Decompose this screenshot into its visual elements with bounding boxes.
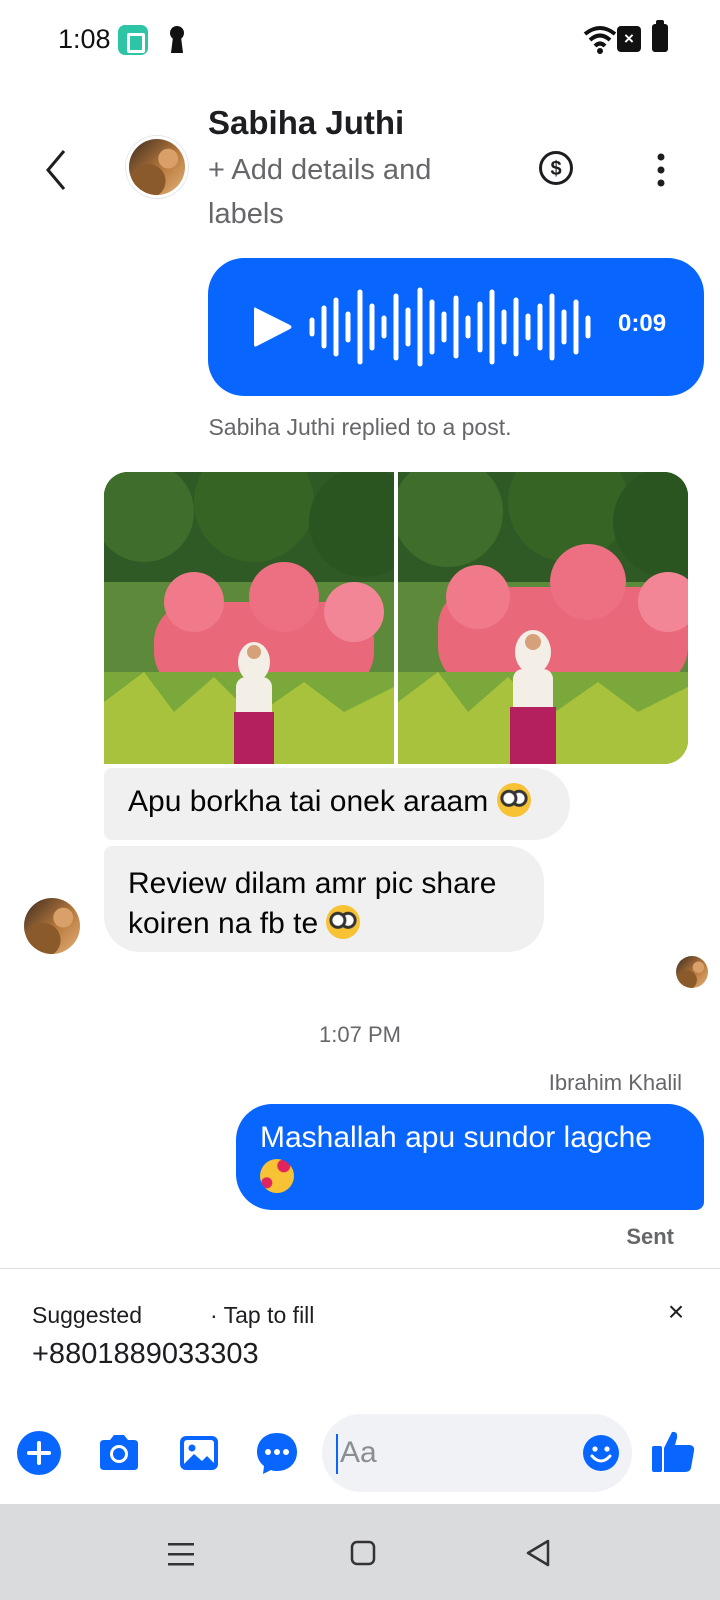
incoming-message[interactable]: Apu borkha tai onek araam: [104, 768, 570, 840]
voice-message-bubble[interactable]: 0:09: [208, 258, 704, 396]
nav-back-icon[interactable]: [524, 1538, 552, 1568]
keyhole-icon: [170, 26, 184, 53]
svg-text:$: $: [550, 158, 561, 180]
pleading-face-emoji: [496, 783, 531, 817]
suggestion-hint: · Tap to fill: [210, 1302, 315, 1328]
contact-avatar[interactable]: [126, 136, 188, 198]
recent-apps-icon[interactable]: [166, 1540, 196, 1568]
incoming-message[interactable]: Review dilam amr pic share koiren na fb …: [104, 846, 544, 952]
seen-receipt-avatar: [676, 956, 708, 988]
delivery-status: Sent: [626, 1224, 674, 1249]
dollar-icon[interactable]: $: [538, 150, 574, 186]
close-icon[interactable]: ×: [662, 1296, 690, 1328]
message-timestamp: 1:07 PM: [319, 1022, 401, 1047]
status-time: 1:08: [58, 24, 111, 54]
voice-duration: 0:09: [618, 310, 667, 337]
audio-waveform: [309, 287, 591, 367]
suggestion-label: Suggested: [32, 1302, 142, 1328]
more-vertical-icon[interactable]: [650, 152, 672, 188]
play-icon[interactable]: [246, 302, 296, 352]
message-text: Review dilam amr pic share koiren na fb …: [128, 867, 497, 940]
status-bar: 1:08 ×: [0, 0, 720, 80]
outgoing-message[interactable]: Mashallah apu sundor lagche: [236, 1104, 704, 1210]
outgoing-sender-name: Ibrahim Khalil: [548, 1070, 682, 1095]
message-placeholder: Aa: [340, 1436, 377, 1469]
battery-icon: [652, 20, 668, 52]
plus-icon[interactable]: [16, 1430, 62, 1476]
pleading-face-emoji: [326, 905, 361, 939]
gallery-icon[interactable]: [176, 1430, 222, 1476]
contact-name[interactable]: Sabiha Juthi: [208, 104, 404, 142]
chat-bubble-icon[interactable]: [254, 1430, 300, 1476]
message-input[interactable]: Aa: [322, 1414, 632, 1492]
smiling-hearts-emoji: [260, 1159, 294, 1193]
app-notification-icon: [118, 25, 148, 55]
divider: [0, 1268, 720, 1269]
message-text: Apu borkha tai onek araam: [128, 785, 489, 818]
suggested-phone-number[interactable]: +8801889033303: [32, 1338, 259, 1371]
emoji-icon[interactable]: [582, 1434, 620, 1472]
back-arrow-icon[interactable]: [36, 145, 76, 195]
camera-icon[interactable]: [96, 1430, 142, 1476]
no-sim-icon: ×: [617, 26, 641, 52]
system-navigation-bar: [0, 1504, 720, 1600]
reply-note: Sabiha Juthi replied to a post.: [208, 414, 512, 440]
shared-photo-1[interactable]: [104, 472, 394, 764]
shared-photo-2[interactable]: [398, 472, 688, 764]
wifi-icon: [583, 26, 617, 54]
like-icon[interactable]: [650, 1428, 696, 1474]
message-text: Mashallah apu sundor lagche: [260, 1121, 652, 1154]
add-details-link[interactable]: + Add details and labels: [208, 148, 508, 236]
home-icon[interactable]: [350, 1540, 376, 1566]
sender-avatar[interactable]: [24, 898, 80, 954]
text-caret: [336, 1434, 338, 1474]
